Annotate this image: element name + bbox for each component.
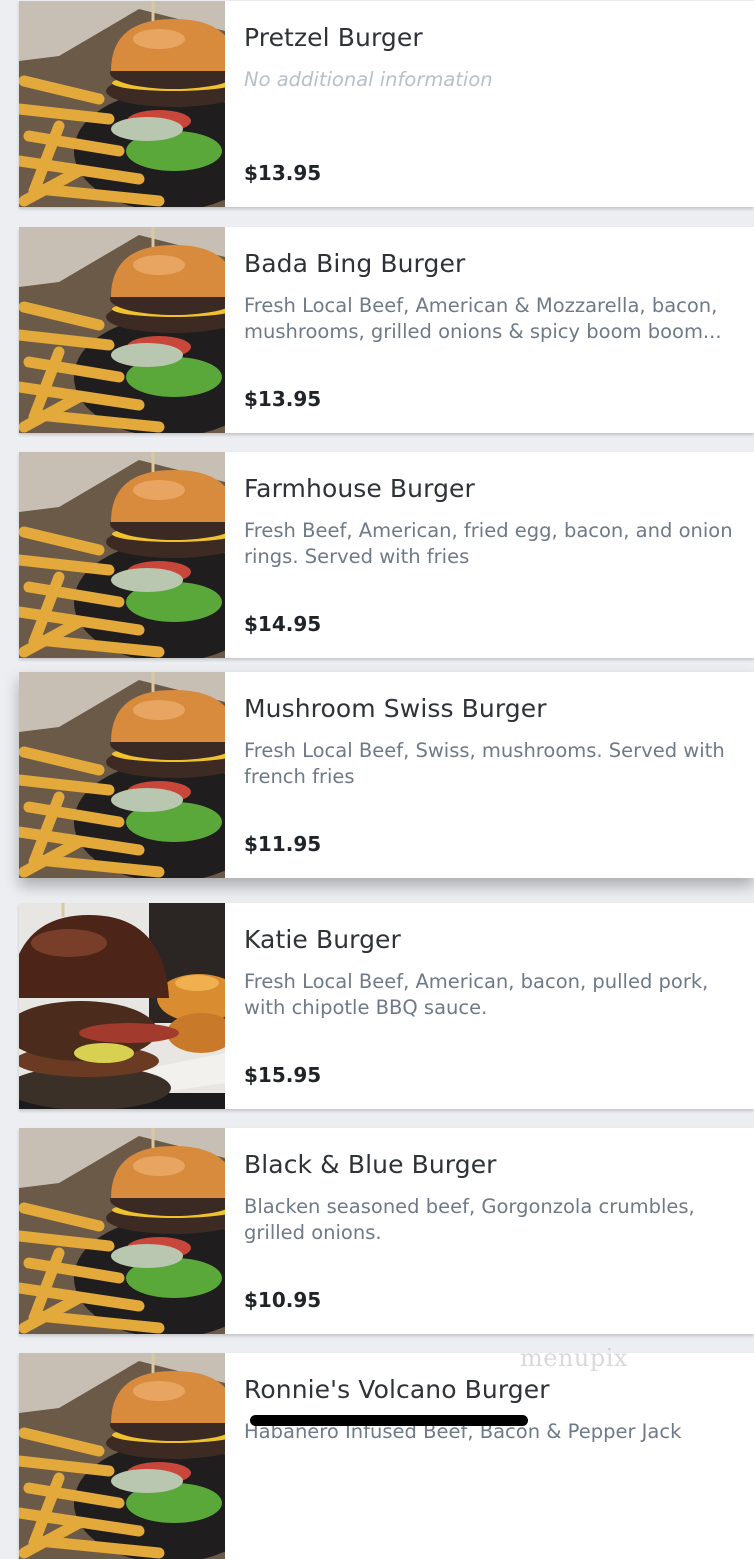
burger-fries-photo [19, 1128, 225, 1334]
menu-item-card[interactable]: Bada Bing Burger Fresh Local Beef, Ameri… [19, 227, 754, 433]
menu-item-card[interactable]: Farmhouse Burger Fresh Beef, American, f… [19, 452, 754, 658]
watermark: menupix [520, 1344, 628, 1372]
menu-item-description: Blacken seasoned beef, Gorgonzola crumbl… [244, 1195, 695, 1244]
menu-item-price: $14.95 [244, 612, 322, 636]
menu-item-description: Fresh Local Beef, American, bacon, pulle… [244, 970, 709, 1019]
menu-item-description: Fresh Local Beef, American & Mozzarella,… [244, 294, 722, 343]
menu-item-card[interactable]: Katie Burger Fresh Local Beef, American,… [19, 903, 754, 1109]
menu-item-name: Black & Blue Burger [244, 1150, 497, 1179]
menu-item-price: $11.95 [244, 832, 322, 856]
menu-item-name: Katie Burger [244, 925, 401, 954]
menu-item-card[interactable]: Mushroom Swiss Burger Fresh Local Beef, … [19, 672, 754, 878]
menu-item-info: Black & Blue Burger Blacken seasoned bee… [244, 1128, 736, 1334]
menu-item-info: Pretzel Burger No additional information… [244, 1, 736, 207]
menu-item-description: No additional information [244, 68, 493, 91]
home-indicator[interactable] [250, 1415, 528, 1426]
menu-item-name: Pretzel Burger [244, 23, 423, 52]
pulled-pork-burger-photo [19, 903, 225, 1109]
burger-fries-photo [19, 1, 225, 207]
menu-item-price: $10.95 [244, 1288, 322, 1312]
burger-fries-photo [19, 452, 225, 658]
menu-item-card[interactable]: Ronnie's Volcano Burger Habanero Infused… [19, 1353, 754, 1559]
menu-item-name: Mushroom Swiss Burger [244, 694, 547, 723]
menu-item-name: Bada Bing Burger [244, 249, 466, 278]
menu-item-name: Farmhouse Burger [244, 474, 475, 503]
menu-item-card[interactable]: Pretzel Burger No additional information… [19, 1, 754, 207]
menu-item-info: Bada Bing Burger Fresh Local Beef, Ameri… [244, 227, 736, 433]
menu-item-info: Ronnie's Volcano Burger Habanero Infused… [244, 1353, 736, 1559]
menu-item-card[interactable]: Black & Blue Burger Blacken seasoned bee… [19, 1128, 754, 1334]
menu-item-price: $13.95 [244, 387, 322, 411]
menu-item-description: Fresh Local Beef, Swiss, mushrooms. Serv… [244, 739, 725, 788]
menu-item-description: Fresh Beef, American, fried egg, bacon, … [244, 519, 733, 568]
menu-item-info: Mushroom Swiss Burger Fresh Local Beef, … [244, 672, 736, 878]
menu-item-info: Katie Burger Fresh Local Beef, American,… [244, 903, 736, 1109]
menu-item-price: $13.95 [244, 161, 322, 185]
menu-item-price: $15.95 [244, 1063, 322, 1087]
burger-fries-photo [19, 672, 225, 878]
burger-fries-photo [19, 227, 225, 433]
menu-item-info: Farmhouse Burger Fresh Beef, American, f… [244, 452, 736, 658]
burger-fries-photo [19, 1353, 225, 1559]
menu-item-name: Ronnie's Volcano Burger [244, 1375, 550, 1404]
